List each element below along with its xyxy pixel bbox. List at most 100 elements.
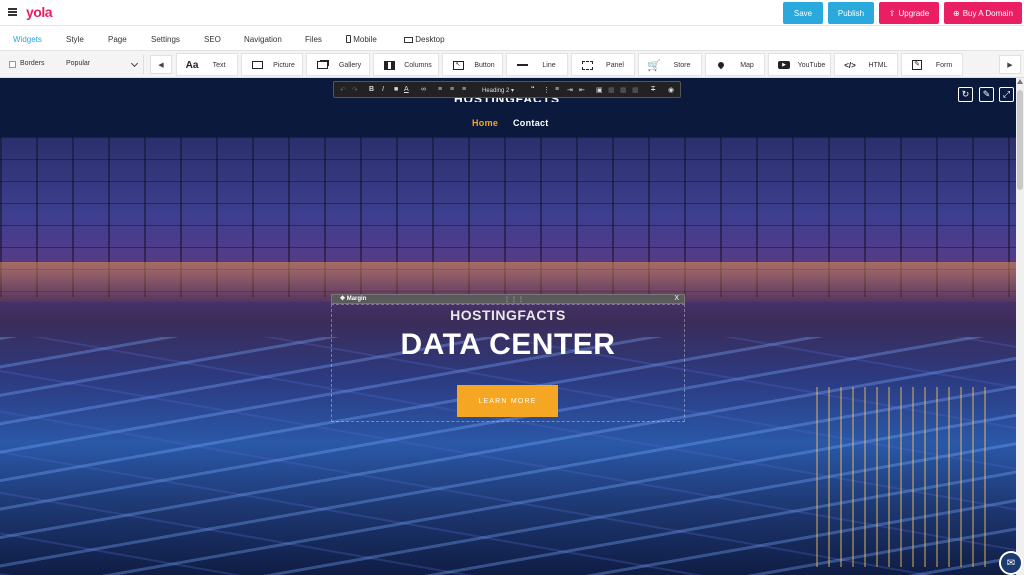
bold-icon[interactable]: B [369, 86, 374, 93]
widget-youtube-label: YouTube [797, 62, 826, 69]
italic-icon[interactable]: I [382, 86, 384, 93]
widget-bar: Borders Popular ◀ Aa Text Picture Galler… [0, 51, 1024, 78]
widget-panel-label: Panel [606, 62, 624, 69]
widget-html[interactable]: </> HTML [834, 53, 898, 76]
widget-map[interactable]: Map [705, 53, 765, 76]
align-left-icon[interactable]: ≡ [438, 86, 442, 93]
close-margin-button[interactable]: X [674, 295, 679, 302]
widget-button[interactable]: ↖ Button [442, 53, 503, 76]
hamburger-menu-icon[interactable] [8, 8, 17, 16]
widget-category-value: Popular [66, 60, 91, 67]
borders-label: Borders [20, 60, 45, 67]
heading-select[interactable]: Heading 2 ▾ [482, 87, 527, 96]
rack-lights [816, 387, 996, 567]
caret-left-icon: ◀ [158, 61, 164, 69]
align-center-icon[interactable]: ≡ [450, 86, 454, 93]
widget-map-label: Map [740, 62, 754, 69]
site-nav-home[interactable]: Home [472, 118, 498, 128]
menu-navigation[interactable]: Navigation [244, 35, 282, 44]
widget-columns[interactable]: Columns [373, 53, 439, 76]
menu-mobile-label: Mobile [353, 35, 377, 44]
learn-more-button[interactable]: LEARN MORE [457, 385, 558, 417]
caret-right-icon: ▶ [1007, 61, 1013, 69]
hero-title[interactable]: DATA CENTER [331, 328, 685, 362]
widget-form[interactable]: ✎ Form [901, 53, 963, 76]
undo-icon[interactable]: ↶ [340, 86, 346, 94]
scrollbar-thumb[interactable] [1017, 90, 1023, 190]
desktop-icon [404, 37, 413, 43]
widget-text[interactable]: Aa Text [176, 53, 238, 76]
widget-gallery[interactable]: Gallery [306, 53, 370, 76]
table-row-icon[interactable]: ▦ [620, 86, 627, 94]
menu-widgets[interactable]: Widgets [13, 35, 42, 44]
site-canvas[interactable]: HOSTINGFACTS Home Contact ↶ ↷ B I ■ A ∞ … [0, 78, 1016, 575]
site-nav-contact[interactable]: Contact [513, 118, 549, 128]
edit-icon[interactable]: ✎ [979, 87, 994, 102]
buy-domain-label: Buy A Domain [962, 8, 1013, 18]
margin-label: ✥ Margin [340, 295, 366, 302]
menu-mobile[interactable]: Mobile [346, 35, 377, 44]
menu-desktop-label: Desktop [415, 35, 445, 44]
menu-settings[interactable]: Settings [151, 35, 180, 44]
borders-checkbox[interactable] [9, 61, 16, 68]
hero-subtitle[interactable]: HOSTINGFACTS [331, 307, 685, 323]
link-icon[interactable]: ∞ [421, 86, 426, 93]
palette-icon[interactable]: ◉ [668, 86, 674, 94]
image-icon[interactable]: ▣ [596, 86, 603, 94]
menu-files[interactable]: Files [305, 35, 322, 44]
table-col-icon[interactable]: ▦ [632, 86, 639, 94]
drag-handle-icon[interactable]: ⋮⋮⋮ [504, 296, 525, 303]
margin-label-text: Margin [346, 296, 367, 302]
expand-icon[interactable]: ⤢ [999, 87, 1014, 102]
widget-form-label: Form [935, 62, 953, 69]
widget-store-label: Store [673, 62, 691, 69]
chevron-down-icon [130, 59, 139, 68]
clear-format-icon[interactable]: T [651, 86, 655, 93]
widget-text-label: Text [212, 62, 226, 69]
color-swatch-icon[interactable]: ■ [394, 86, 398, 93]
upgrade-button[interactable]: ⇧ Upgrade [879, 2, 939, 24]
widget-picture[interactable]: Picture [241, 53, 303, 76]
table-icon[interactable]: ▦ [608, 86, 615, 94]
widget-gallery-label: Gallery [338, 62, 362, 69]
save-button[interactable]: Save [783, 2, 823, 24]
widget-picture-label: Picture [273, 62, 295, 69]
top-bar: yola Save Publish ⇧ Upgrade ⊕ Buy A Doma… [0, 0, 1024, 26]
widget-line[interactable]: Line [506, 53, 568, 76]
plus-circle-icon: ⊕ [953, 8, 960, 18]
menu-desktop[interactable]: Desktop [404, 35, 445, 44]
widget-html-label: HTML [868, 62, 888, 69]
align-right-icon[interactable]: ≡ [462, 86, 466, 93]
bullet-list-icon[interactable]: ⋮ [543, 86, 550, 94]
menu-page[interactable]: Page [108, 35, 127, 44]
widget-category-select[interactable]: Popular [62, 55, 144, 74]
yola-logo[interactable]: yola [26, 4, 53, 20]
refresh-icon[interactable]: ↻ [958, 87, 973, 102]
scroll-left-button[interactable]: ◀ [150, 55, 172, 74]
scroll-up-icon[interactable] [1017, 79, 1023, 84]
upgrade-arrow-icon: ⇧ [888, 8, 896, 18]
chevron-down-icon: ▾ [511, 88, 515, 94]
quote-icon[interactable]: “ [531, 86, 535, 93]
chat-support-icon[interactable]: ✉ [999, 551, 1023, 575]
widget-panel[interactable]: Panel [571, 53, 635, 76]
publish-button[interactable]: Publish [828, 2, 874, 24]
heading-select-value: Heading 2 [482, 88, 510, 94]
redo-icon[interactable]: ↷ [352, 86, 358, 94]
margin-handle-bar[interactable]: ✥ Margin ⋮⋮⋮ X [331, 294, 685, 304]
numbered-list-icon[interactable]: ≡ [555, 86, 559, 93]
scroll-right-button[interactable]: ▶ [999, 55, 1021, 74]
indent-icon[interactable]: ⇥ [567, 86, 573, 94]
text-color-icon[interactable]: A [404, 86, 409, 93]
canvas-scrollbar[interactable] [1016, 78, 1024, 575]
widget-columns-label: Columns [404, 62, 432, 69]
buy-domain-button[interactable]: ⊕ Buy A Domain [944, 2, 1022, 24]
widget-store[interactable]: 🛒 Store [638, 53, 702, 76]
widget-button-label: Button [474, 62, 495, 69]
rich-text-toolbar: ↶ ↷ B I ■ A ∞ ≡ ≡ ≡ Heading 2 ▾ “ ⋮ ≡ ⇥ … [333, 81, 681, 98]
menu-seo[interactable]: SEO [204, 35, 221, 44]
upgrade-label: Upgrade [898, 8, 930, 18]
menu-style[interactable]: Style [66, 35, 84, 44]
outdent-icon[interactable]: ⇤ [579, 86, 585, 94]
widget-youtube[interactable]: ▶ YouTube [768, 53, 831, 76]
